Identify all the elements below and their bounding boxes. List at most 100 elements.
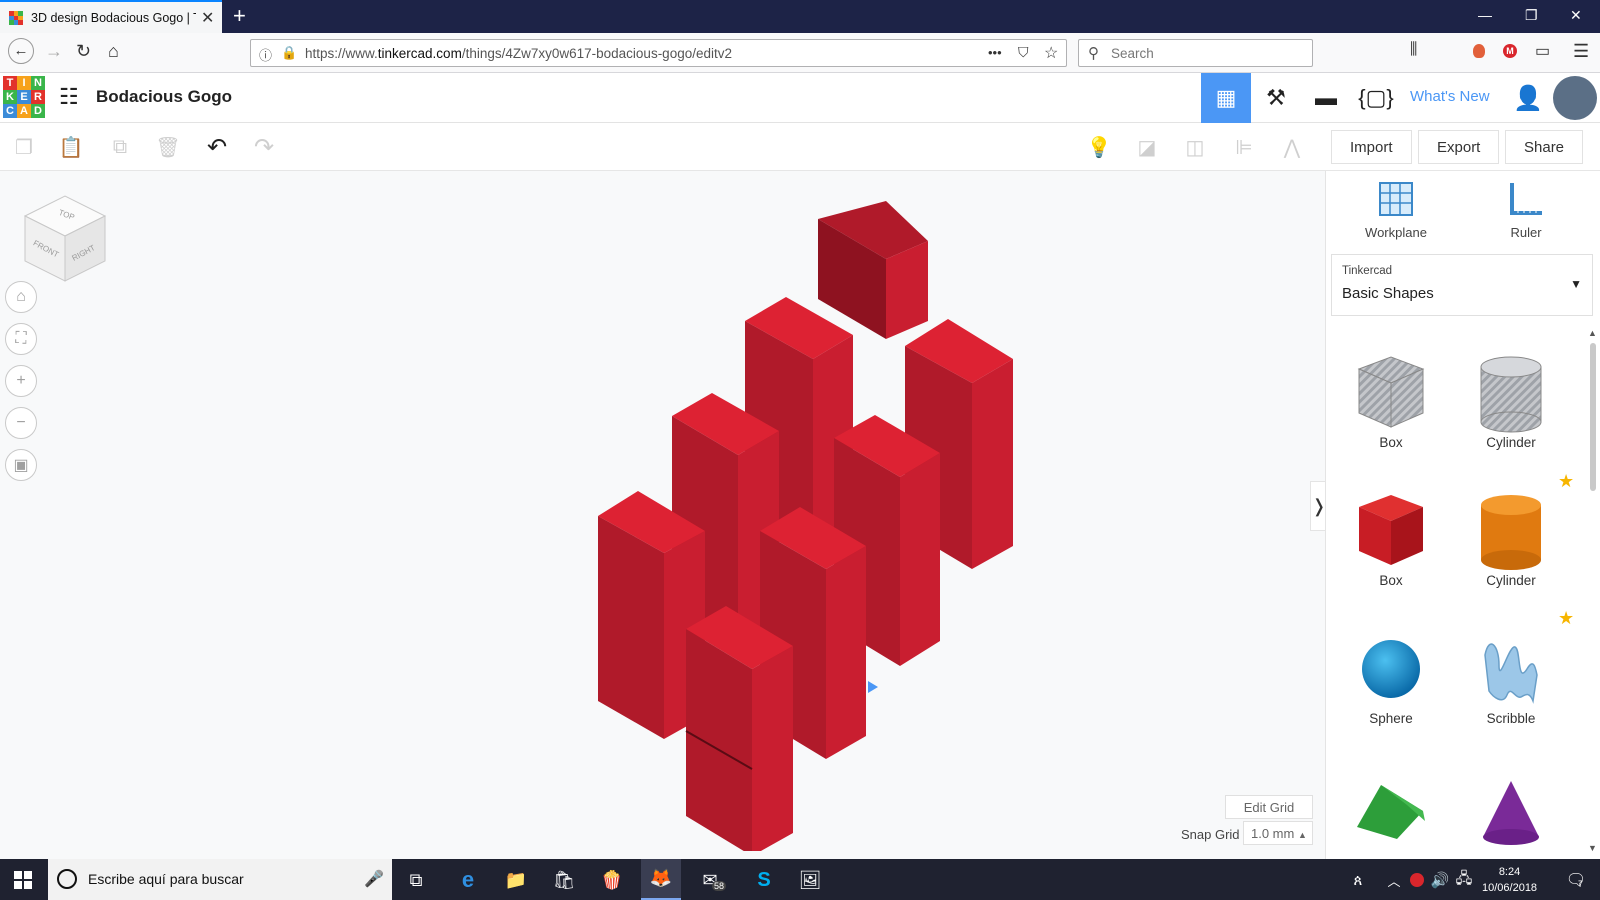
- blocks-pickaxe-icon[interactable]: ⚒: [1251, 73, 1301, 123]
- shape-sphere[interactable]: Sphere: [1336, 615, 1446, 745]
- new-tab-icon[interactable]: +: [233, 3, 246, 29]
- dropdown-arrow-icon: ▼: [1570, 277, 1582, 291]
- light-bulb-icon[interactable]: 💡: [1085, 133, 1113, 161]
- task-view-icon[interactable]: ⧉: [403, 867, 429, 893]
- volume-icon[interactable]: 🔊: [1427, 867, 1453, 893]
- shape-box-hole[interactable]: Box: [1336, 339, 1446, 469]
- ungroup-icon[interactable]: ◫: [1181, 133, 1209, 161]
- zoom-in-icon[interactable]: +: [5, 365, 37, 397]
- notifications-icon[interactable]: 🗨 7: [1563, 867, 1589, 893]
- info-icon[interactable]: ⓘ: [259, 45, 272, 64]
- perspective-icon[interactable]: ▣: [5, 449, 37, 481]
- ruler-tool[interactable]: Ruler: [1476, 181, 1576, 240]
- orange-cylinder-icon: [1481, 495, 1541, 570]
- design-list-icon[interactable]: ☷: [59, 84, 79, 110]
- home-view-icon[interactable]: ⌂: [5, 281, 37, 313]
- zoom-out-icon[interactable]: −: [5, 407, 37, 439]
- sidebar-icon[interactable]: ▭: [1535, 41, 1550, 61]
- whats-new-link[interactable]: What's New: [1410, 88, 1490, 105]
- page-actions-icon[interactable]: •••: [988, 45, 1002, 60]
- bookmark-star-icon[interactable]: ☆: [1044, 43, 1058, 63]
- align-icon[interactable]: ⊫: [1230, 133, 1258, 161]
- back-icon[interactable]: ←: [8, 38, 34, 64]
- file-explorer-icon[interactable]: 📁: [503, 867, 529, 893]
- copy-icon[interactable]: ❐: [10, 133, 38, 161]
- scroll-thumb[interactable]: [1590, 343, 1596, 491]
- browser-tab[interactable]: 3D design Bodacious Gogo | Tinkercad ✕: [0, 0, 222, 33]
- library-icon[interactable]: ⫼: [1410, 41, 1417, 59]
- shapes-panel: Workplane Ruler Tinkercad Basic Shapes ▼…: [1325, 171, 1600, 859]
- avatar[interactable]: [1553, 76, 1597, 120]
- undo-icon[interactable]: ↶: [203, 133, 231, 161]
- store-icon[interactable]: 🛍: [551, 867, 577, 893]
- design-title[interactable]: Bodacious Gogo: [96, 87, 232, 107]
- shape-library-select[interactable]: Tinkercad Basic Shapes ▼: [1331, 254, 1593, 316]
- edit-grid-button[interactable]: Edit Grid: [1225, 795, 1313, 819]
- close-window-icon[interactable]: ✕: [1570, 7, 1582, 24]
- system-clock[interactable]: 8:24 10/06/2018: [1482, 864, 1537, 896]
- pocket-icon[interactable]: ⛉: [1018, 44, 1029, 61]
- group-icon[interactable]: ◪: [1133, 133, 1161, 161]
- snap-grid-select[interactable]: 1.0 mm ▲: [1243, 821, 1313, 845]
- delete-icon[interactable]: 🗑: [154, 133, 182, 161]
- firebug-icon[interactable]: [1473, 44, 1485, 58]
- logo-letter: K: [3, 90, 17, 104]
- browser-search-box[interactable]: ⚲ Search: [1078, 39, 1313, 67]
- red-box-shape[interactable]: [685, 606, 793, 851]
- add-user-icon[interactable]: 👤: [1503, 73, 1553, 123]
- green-roof-icon: [1357, 785, 1425, 839]
- export-button[interactable]: Export: [1418, 130, 1500, 164]
- fit-view-icon[interactable]: ⛶: [5, 323, 37, 355]
- share-button[interactable]: Share: [1505, 130, 1584, 164]
- workplane-icon: [1379, 182, 1413, 216]
- red-box-shape[interactable]: [818, 201, 928, 339]
- skype-icon[interactable]: S: [751, 867, 777, 893]
- restore-icon[interactable]: ❐: [1525, 7, 1538, 24]
- workplane-canvas[interactable]: TOP FRONT RIGHT ⌂ ⛶ + − ▣ Edit Grid Snap…: [0, 171, 1328, 859]
- edge-icon[interactable]: e: [455, 867, 481, 893]
- shape-label: Sphere: [1369, 711, 1413, 726]
- firefox-icon[interactable]: 🦊: [641, 859, 681, 900]
- logo-letter: I: [17, 76, 31, 90]
- shape-scribble[interactable]: Scribble: [1456, 615, 1566, 745]
- tinkercad-favicon-icon: [9, 11, 23, 25]
- paste-icon[interactable]: 📋: [57, 133, 85, 161]
- import-button[interactable]: Import: [1331, 130, 1412, 164]
- scroll-up-icon[interactable]: ▲: [1588, 328, 1597, 338]
- code-blocks-icon[interactable]: {▢}: [1351, 73, 1401, 123]
- shape-box-solid[interactable]: Box: [1336, 477, 1446, 607]
- reload-icon[interactable]: ↻: [76, 41, 91, 62]
- shape-cylinder-solid[interactable]: Cylinder: [1456, 477, 1566, 607]
- network-icon[interactable]: 🖧: [1451, 867, 1477, 893]
- mail-icon[interactable]: ✉ 58: [697, 867, 727, 893]
- 3d-view-grid-icon[interactable]: ▦: [1201, 73, 1251, 123]
- mirror-icon[interactable]: ⋀: [1278, 133, 1306, 161]
- mega-icon[interactable]: M: [1503, 44, 1517, 58]
- url-bar[interactable]: ⓘ 🔒 https://www.tinkercad.com/things/4Zw…: [250, 39, 1067, 67]
- tab-title: 3D design Bodacious Gogo | Tinkercad: [31, 11, 196, 25]
- home-icon[interactable]: ⌂: [108, 41, 119, 62]
- bricks-icon[interactable]: ▬: [1301, 73, 1351, 123]
- redo-icon[interactable]: ↷: [250, 133, 278, 161]
- duplicate-icon[interactable]: ⧉: [106, 133, 134, 161]
- microphone-icon[interactable]: 🎤: [364, 869, 384, 889]
- taskbar-search[interactable]: Escribe aquí para buscar 🎤: [48, 859, 392, 900]
- workplane-arrow-icon: [868, 681, 878, 693]
- menu-icon[interactable]: ☰: [1573, 41, 1589, 62]
- panel-scrollbar[interactable]: ▲ ▼: [1588, 328, 1598, 856]
- library-kind: Tinkercad: [1342, 265, 1393, 277]
- workplane-tool[interactable]: Workplane: [1346, 181, 1446, 240]
- tinkercad-logo[interactable]: T I N K E R C A D: [3, 76, 45, 118]
- minimize-icon[interactable]: —: [1478, 7, 1492, 23]
- windows-start-icon[interactable]: [14, 871, 32, 889]
- 3d-model-view[interactable]: [580, 191, 1020, 851]
- logo-letter: R: [31, 90, 45, 104]
- close-tab-icon[interactable]: ✕: [201, 8, 214, 28]
- forward-icon[interactable]: →: [45, 41, 63, 62]
- people-icon[interactable]: ጰ: [1345, 867, 1371, 893]
- view-cube[interactable]: TOP FRONT RIGHT: [20, 191, 110, 286]
- photos-icon[interactable]: 🖼: [797, 867, 823, 893]
- popcorn-icon[interactable]: 🍿: [599, 867, 625, 893]
- scroll-down-icon[interactable]: ▼: [1588, 843, 1597, 853]
- shape-cylinder-hole[interactable]: Cylinder: [1456, 339, 1566, 469]
